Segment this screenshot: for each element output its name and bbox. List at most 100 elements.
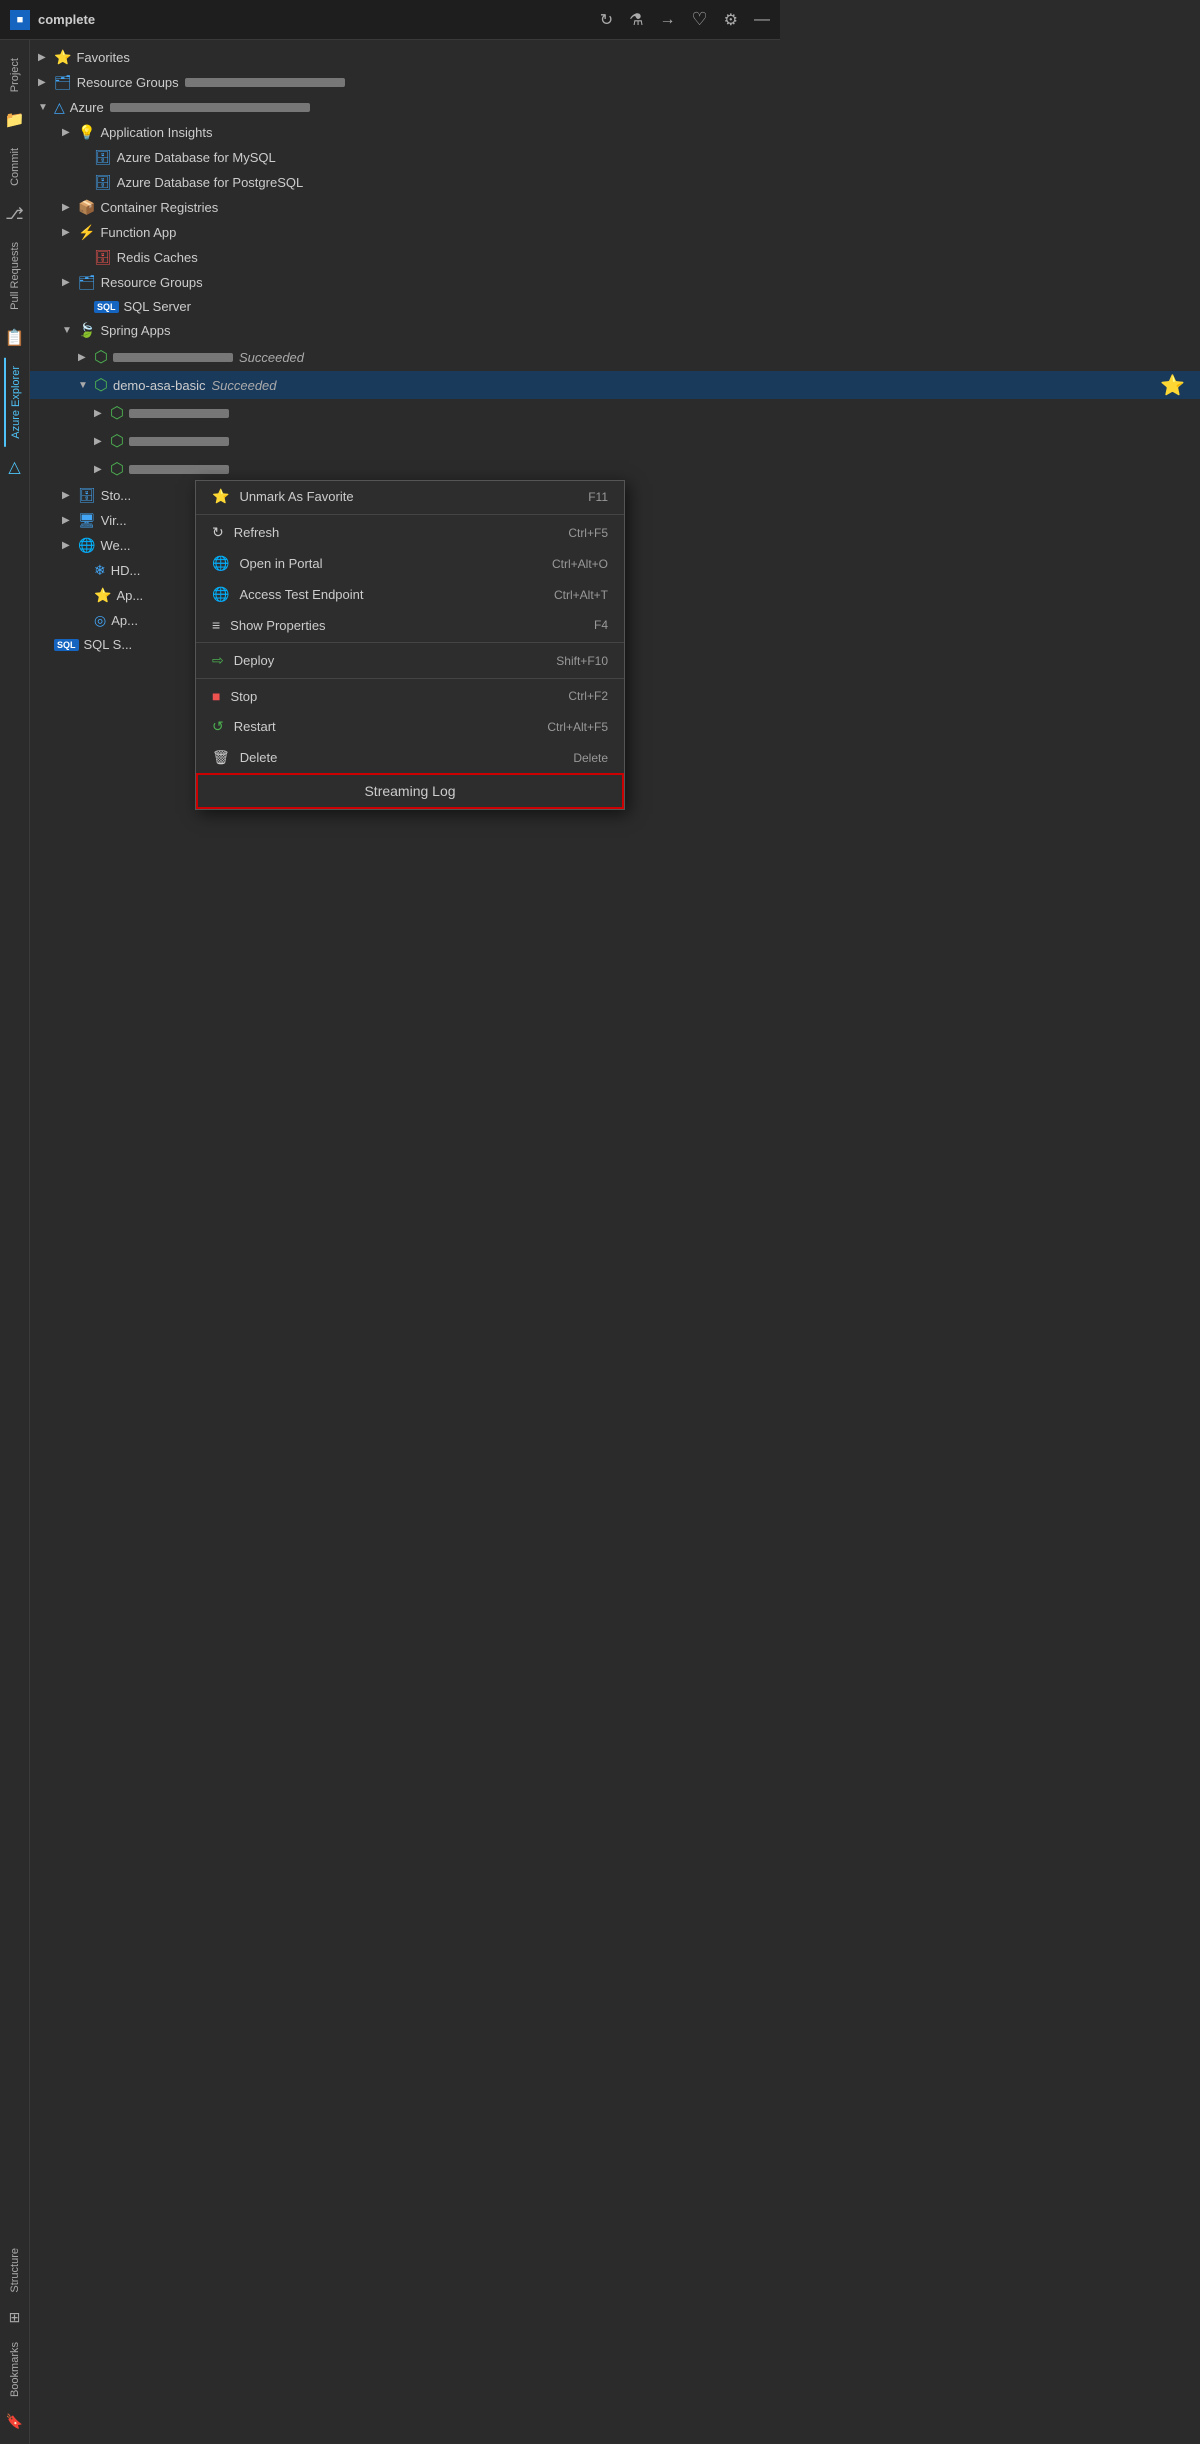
web-label: We... [100,538,130,553]
azure-label: Azure [70,100,104,115]
delete-label: Delete [240,750,278,765]
tree-item-favorites[interactable]: ▶ ⭐ Favorites [30,45,1200,70]
tree-item-container-registries[interactable]: ▶ 📦 Container Registries [30,195,1200,220]
spring-apps-icon: 🍃 [78,322,95,339]
context-menu: ⭐ Unmark As Favorite F11 ↻ Refresh Ctrl+… [195,480,625,810]
postgresql-label: Azure Database for PostgreSQL [117,175,303,190]
menu-item-unmark-favorite[interactable]: ⭐ Unmark As Favorite F11 [196,481,624,512]
menu-left-unmark: ⭐ Unmark As Favorite [212,488,354,505]
unmark-label: Unmark As Favorite [239,489,353,504]
container-label: Container Registries [100,200,218,215]
favorite-icon[interactable]: ♡ [692,9,708,30]
tree-item-spring-1[interactable]: ▶ ⬡ Succeeded [30,343,1200,371]
unmark-icon: ⭐ [212,488,229,505]
menu-item-delete[interactable]: 🗑 Delete Delete [196,742,624,773]
menu-item-restart[interactable]: ↺ Restart Ctrl+Alt+F5 [196,711,624,742]
filter-icon[interactable]: ⚗ [629,10,643,30]
tree-item-resource-groups-child[interactable]: ▶ 🗂 Resource Groups [30,270,1200,295]
menu-item-deploy[interactable]: ⇨ Deploy Shift+F10 [196,645,624,676]
tree-item-spring-sub-3[interactable]: ▶ ⬡ [30,455,1200,483]
tree-item-azure-postgresql[interactable]: ▶ 🗄 Azure Database for PostgreSQL [30,170,1200,195]
redis-icon: 🗄 [94,249,112,266]
portal-icon: 🌐 [212,555,229,572]
properties-icon: ≡ [212,617,220,633]
tree-item-function-app[interactable]: ▶ ⚡ Function App [30,220,1200,245]
function-app-label: Function App [100,225,176,240]
test-endpoint-icon: 🌐 [212,586,229,603]
spring-sub-2-label-blurred [129,437,229,446]
restart-shortcut: Ctrl+Alt+F5 [547,720,608,734]
demo-asa-icon: ⬡ [94,375,108,395]
chevron-container: ▶ [62,202,78,213]
postgresql-icon: 🗄 [94,174,112,191]
redis-label: Redis Caches [117,250,198,265]
function-app-icon: ⚡ [78,224,95,241]
properties-shortcut: F4 [594,618,608,632]
chevron-azure: ▼ [38,102,54,113]
ap1-label: Ap... [116,588,143,603]
chevron-spring-1: ▶ [78,352,94,363]
sidebar-tab-pull-requests[interactable]: Pull Requests [5,234,25,318]
sidebar-tab-azure-explorer[interactable]: Azure Explorer [4,358,26,447]
hd-label: HD... [111,563,141,578]
left-sidebar: Project 📁 Commit ⎇ Pull Requests 📋 Azure… [0,40,30,2444]
sidebar-icon-commit[interactable]: ⎇ [5,198,23,230]
menu-item-refresh[interactable]: ↻ Refresh Ctrl+F5 [196,517,624,548]
unmark-shortcut: F11 [588,490,608,504]
chevron-spring-apps: ▼ [62,325,78,336]
test-endpoint-label: Access Test Endpoint [239,587,363,602]
mysql-icon: 🗄 [94,149,112,166]
export-icon[interactable]: → [660,11,676,29]
sidebar-icon-azure[interactable]: △ [8,451,20,483]
app-icon: ■ [10,10,30,30]
mysql-label: Azure Database for MySQL [117,150,276,165]
sidebar-icon-pull-requests[interactable]: 📋 [5,322,25,354]
deploy-shortcut: Shift+F10 [556,654,608,668]
menu-item-streaming-log[interactable]: Streaming Log [196,773,624,809]
chevron-app-insights: ▶ [62,127,78,138]
web-icon: 🌐 [78,537,95,554]
storage-label: Sto... [101,488,131,503]
app-title: complete [38,12,600,27]
menu-item-access-test[interactable]: 🌐 Access Test Endpoint Ctrl+Alt+T [196,579,624,610]
refresh-menu-icon: ↻ [212,524,224,541]
tree-item-spring-sub-2[interactable]: ▶ ⬡ [30,427,1200,455]
refresh-label: Refresh [234,525,280,540]
tree-item-spring-apps[interactable]: ▼ 🍃 Spring Apps [30,318,1200,343]
minimize-icon[interactable]: — [754,11,770,29]
spring-1-icon: ⬡ [94,347,108,367]
test-endpoint-shortcut: Ctrl+Alt+T [554,588,608,602]
tree-item-app-insights[interactable]: ▶ 💡 Application Insights [30,120,1200,145]
app-insights-icon: 💡 [78,124,95,141]
sidebar-icon-folder[interactable]: 📁 [5,104,25,136]
tree-item-azure-root[interactable]: ▼ △ Azure [30,95,1200,120]
sql-label: SQL Server [124,299,191,314]
tree-item-redis[interactable]: ▶ 🗄 Redis Caches [30,245,1200,270]
resource-groups-child-icon: 🗂 [78,274,96,291]
refresh-icon[interactable]: ↻ [600,10,613,30]
menu-item-stop[interactable]: ■ Stop Ctrl+F2 [196,681,624,711]
menu-item-show-properties[interactable]: ≡ Show Properties F4 [196,610,624,640]
tree-item-spring-sub-1[interactable]: ▶ ⬡ [30,399,1200,427]
ap2-label: Ap... [111,613,138,628]
chevron-function-app: ▶ [62,227,78,238]
settings-icon[interactable]: ⚙ [724,10,738,30]
tree-item-azure-mysql[interactable]: ▶ 🗄 Azure Database for MySQL [30,145,1200,170]
stop-label: Stop [230,689,257,704]
ap2-icon: ◎ [94,612,106,629]
tree-item-sql-server[interactable]: ▶ SQL SQL Server [30,295,1200,318]
spring-sub-3-icon: ⬡ [110,459,124,479]
sidebar-tab-project[interactable]: Project [5,50,25,100]
deploy-icon: ⇨ [212,652,224,669]
azure-blurred [110,103,310,112]
tree-item-demo-asa[interactable]: ▼ ⬡ demo-asa-basic Succeeded ⭐ [30,371,1200,399]
ap1-icon: ⭐ [94,587,111,604]
spring-apps-label: Spring Apps [100,323,170,338]
storage-icon: 🗄 [78,487,96,504]
tree-item-resource-groups-root[interactable]: ▶ 🗂 Resource Groups [30,70,1200,95]
restart-icon: ↺ [212,718,224,735]
menu-item-open-portal[interactable]: 🌐 Open in Portal Ctrl+Alt+O [196,548,624,579]
sidebar-tab-commit[interactable]: Commit [5,140,25,194]
spring-1-label-blurred [113,353,233,362]
refresh-shortcut: Ctrl+F5 [568,526,608,540]
